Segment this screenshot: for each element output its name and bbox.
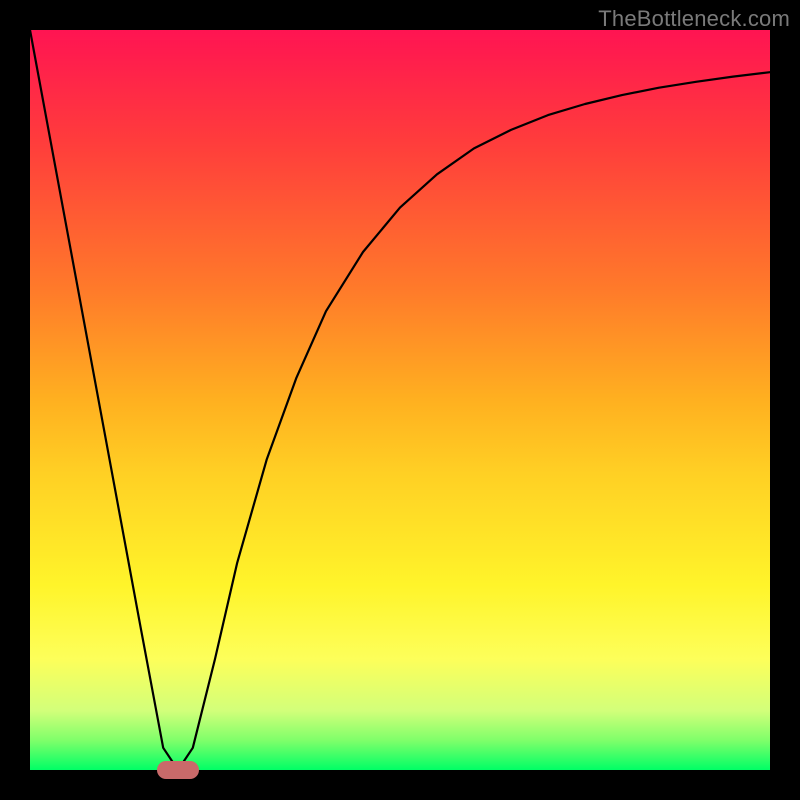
curve-layer: [30, 30, 770, 770]
chart-frame: TheBottleneck.com: [0, 0, 800, 800]
bottleneck-curve: [30, 30, 770, 770]
plot-area: [30, 30, 770, 770]
watermark-text: TheBottleneck.com: [598, 6, 790, 32]
minimum-marker: [157, 761, 199, 779]
